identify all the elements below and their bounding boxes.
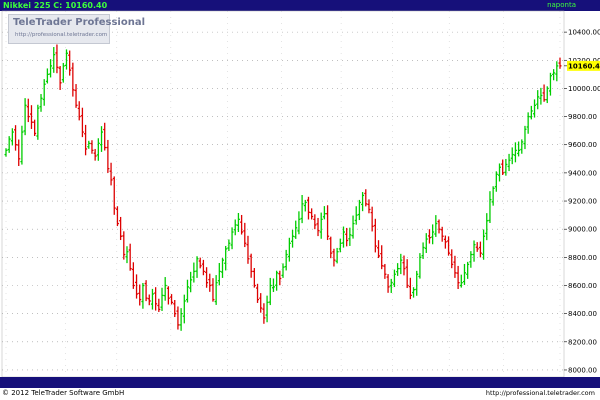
teletrader-logo: TeleTrader Professional http://professio… [8,14,145,44]
footer-url[interactable]: http://professional.teletrader.com [486,389,595,397]
last-price-label: 10160.40 [568,62,600,70]
copyright-text: © 2012 TeleTrader Software GmbH [2,389,125,397]
y-tick-label: 8600.00 [568,282,597,290]
time-axis-bar [0,377,600,388]
y-tick-label: 9600.00 [568,141,597,149]
y-tick-label: 9800.00 [568,113,597,121]
y-tick-label: 9400.00 [568,169,597,177]
y-tick-label: 10400.00 [568,29,600,37]
y-tick-label: 8400.00 [568,310,597,318]
y-tick-label: 8200.00 [568,338,597,346]
logo-url: http://professional.teletrader.com [15,32,108,38]
logo-title: TeleTrader Professional [13,17,146,28]
y-tick-label: 8800.00 [568,254,597,262]
chart-window: Nikkei 225 C: 10160.40 naponta 8000.00 82… [0,0,600,400]
y-tick-label: 8000.00 [568,366,597,374]
price-chart: 8000.00 8200.00 8400.00 8600.00 8800.00 9000.… [1,10,600,388]
y-tick-label: 10000.00 [568,85,600,93]
y-tick-label: 9000.00 [568,226,597,234]
plot-area [1,10,565,378]
y-tick-label: 9200.00 [568,198,597,206]
